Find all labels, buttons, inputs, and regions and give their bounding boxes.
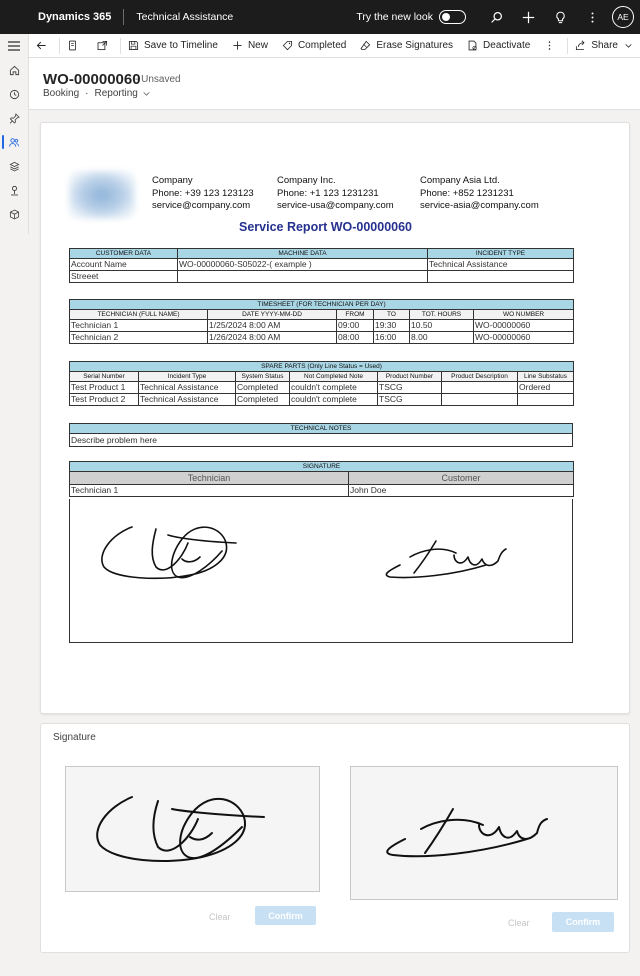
record-save-state: - Unsaved (135, 74, 181, 85)
technicians-icon[interactable] (0, 130, 28, 154)
technician-clear-button[interactable]: Clear (209, 912, 231, 922)
more-options-icon[interactable] (576, 0, 608, 34)
technician-signature-pad[interactable] (65, 766, 320, 892)
technician-signature-image (101, 526, 237, 580)
table-row: Technician 2 1/26/2024 8:00 AM 08:00 16:… (69, 331, 575, 344)
open-new-window-button[interactable] (90, 34, 120, 58)
company-logo (69, 171, 135, 219)
completed-button[interactable]: Completed (275, 34, 353, 58)
top-bar: Dynamics 365 Technical Assistance Try th… (0, 0, 640, 34)
form-view-button[interactable] (60, 34, 90, 58)
left-navigation-rail (0, 34, 28, 234)
spare-parts-table: SPARE PARTS (Only Line Status = Used) Se… (68, 361, 575, 406)
technical-notes-text: Describe problem here (69, 433, 573, 447)
command-bar: Save to Timeline New Completed Erase Sig… (29, 34, 640, 58)
save-to-timeline-button[interactable]: Save to Timeline (121, 34, 225, 58)
share-icon (576, 40, 585, 51)
company-block-1: Company Phone: +39 123 123123 service@co… (152, 175, 254, 211)
customer-signature-pad[interactable] (350, 766, 618, 900)
company-block-3: Company Asia Ltd. Phone: +852 1231231 se… (420, 175, 539, 211)
customer-name-cell: John Doe (347, 484, 575, 497)
technical-notes-table: TECHNICAL NOTES Describe problem here (69, 423, 573, 447)
chevron-down-icon (625, 44, 632, 48)
technician-confirm-button[interactable]: Confirm (255, 906, 316, 925)
try-new-look-toggle[interactable] (439, 10, 466, 24)
customer-signature-image (385, 540, 507, 579)
app-name[interactable]: Dynamics 365 (0, 11, 123, 23)
deactivate-button[interactable]: Deactivate (460, 34, 537, 58)
more-vertical-icon (549, 41, 551, 50)
more-commands-button[interactable] (537, 34, 567, 58)
share-button[interactable]: Share (568, 34, 640, 58)
stacked-items-icon[interactable] (0, 154, 28, 178)
package-icon[interactable] (0, 202, 28, 226)
tag-icon (282, 40, 292, 51)
table-row: Test Product 2 Technical Assistance Comp… (69, 393, 575, 406)
plus-icon (233, 41, 242, 50)
company-block-2: Company Inc. Phone: +1 123 1231231 servi… (277, 175, 394, 211)
pinned-icon[interactable] (0, 106, 28, 130)
document-icon (68, 40, 77, 51)
entity-name: Booking (43, 88, 80, 99)
hamburger-menu-icon[interactable] (0, 34, 28, 58)
service-report-preview: Company Phone: +39 123 123123 service@co… (40, 122, 630, 714)
user-avatar[interactable]: AE (612, 6, 634, 28)
document-deactivate-icon (468, 40, 477, 51)
home-icon[interactable] (0, 58, 28, 82)
record-title: WO-00000060 (43, 71, 141, 88)
incident-type-cell: Technical Assistance (427, 258, 574, 271)
plus-icon[interactable] (512, 0, 544, 34)
open-in-new-window-icon (97, 40, 108, 51)
street-cell: Streeet (69, 270, 178, 283)
machine-cell: WO-00000060-S05022-( example ) (177, 258, 428, 271)
lightbulb-icon[interactable] (544, 0, 576, 34)
technician-signature-drawing (96, 796, 265, 862)
new-button[interactable]: New (225, 34, 275, 58)
customer-signature-drawing (386, 808, 548, 858)
technician-name-cell: Technician 1 (69, 484, 349, 497)
account-name-cell: Account Name (69, 258, 178, 271)
back-arrow-icon (36, 41, 46, 50)
customer-clear-button[interactable]: Clear (508, 918, 530, 928)
table-row: Test Product 1 Technical Assistance Comp… (69, 381, 575, 394)
report-signatures (101, 526, 507, 580)
record-header: WO-00000060 - Unsaved Booking · Reportin… (29, 58, 640, 110)
table-row: Technician 1 1/25/2024 8:00 AM 09:00 19:… (69, 319, 575, 332)
form-selector[interactable]: Reporting (94, 88, 137, 99)
save-icon (128, 40, 139, 51)
area-name[interactable]: Technical Assistance (124, 11, 233, 23)
location-person-icon[interactable] (0, 178, 28, 202)
recent-icon[interactable] (0, 82, 28, 106)
report-title: Service Report WO-00000060 (239, 220, 413, 234)
signature-image-area (69, 499, 573, 643)
erase-signatures-button[interactable]: Erase Signatures (353, 34, 460, 58)
signature-section: Signature Clear Confirm Clear Confirm (40, 723, 630, 953)
try-new-look-label: Try the new look (356, 11, 433, 23)
signature-table: SIGNATURE Technician Customer Technician… (68, 461, 575, 497)
chevron-down-icon[interactable] (142, 89, 151, 98)
customer-confirm-button[interactable]: Confirm (552, 912, 614, 932)
customer-data-table: CUSTOMER DATA MACHINE DATA INCIDENT TYPE… (69, 248, 574, 283)
search-icon[interactable] (480, 0, 512, 34)
entity-form-selector: Booking · Reporting (43, 88, 151, 99)
signature-section-label: Signature (53, 732, 96, 743)
timesheet-table: TIMESHEET (FOR TECHNICIAN PER DAY) TECHN… (68, 299, 575, 344)
back-button[interactable] (29, 34, 59, 58)
eraser-icon (360, 40, 371, 51)
